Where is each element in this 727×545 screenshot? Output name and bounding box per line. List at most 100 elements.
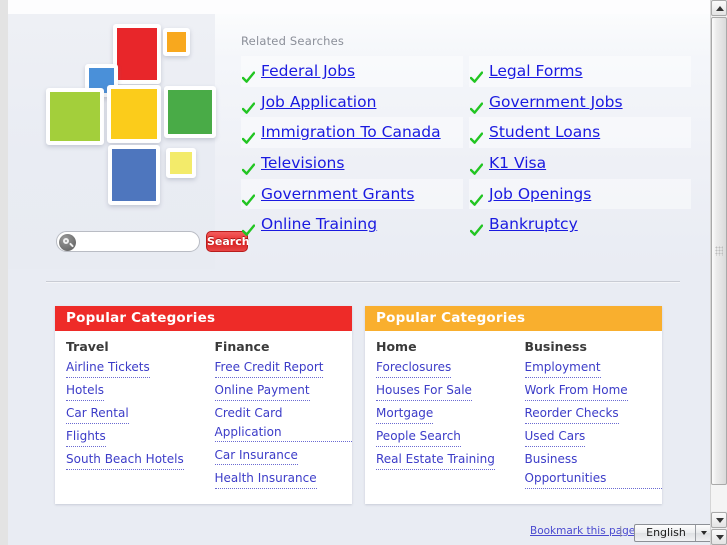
related-search-link[interactable]: K1 Visa <box>489 154 546 172</box>
scrollbar-up-button[interactable] <box>711 0 727 16</box>
category-link[interactable]: Foreclosures <box>376 358 452 378</box>
panel-column-heading: Finance <box>214 339 270 354</box>
green-check-icon <box>469 125 484 145</box>
logo-tile <box>164 86 216 138</box>
green-check-icon <box>241 64 256 83</box>
panel-header: Popular Categories <box>365 306 662 331</box>
related-search-link[interactable]: Student Loans <box>489 123 600 141</box>
language-select-value: English <box>646 526 686 539</box>
category-link[interactable]: Free Credit Report <box>214 358 324 378</box>
category-link[interactable]: Reorder Checks <box>524 404 619 424</box>
logo-tile <box>107 85 161 143</box>
related-search-row[interactable]: K1 Visa <box>469 148 691 179</box>
related-search-link[interactable]: Televisions <box>261 154 344 172</box>
category-link[interactable]: Online Payment <box>214 381 310 401</box>
related-search-link[interactable]: Government Grants <box>261 185 414 203</box>
browser-page: Search Related Searches Federal Jobs Job … <box>0 0 727 545</box>
green-check-icon <box>469 217 484 237</box>
panel-column-heading: Travel <box>66 339 109 354</box>
panel-column: Home Foreclosures Houses For Sale Mortgage P… <box>365 339 514 492</box>
related-search-link[interactable]: Legal Forms <box>489 62 583 80</box>
search-bar: Search <box>56 231 250 252</box>
scrollbar-track[interactable] <box>711 17 727 511</box>
language-select[interactable]: English <box>634 524 710 542</box>
category-link[interactable]: Car Insurance <box>214 446 298 466</box>
related-search-row[interactable]: Federal Jobs <box>241 56 463 87</box>
search-field[interactable] <box>56 231 200 252</box>
related-search-row[interactable]: Legal Forms <box>469 56 691 87</box>
category-link[interactable]: Hotels <box>66 381 105 401</box>
panel-column-heading: Business <box>524 339 587 354</box>
page-viewport: Search Related Searches Federal Jobs Job … <box>8 0 710 545</box>
category-link[interactable]: Credit Card Application <box>214 404 352 443</box>
related-search-row[interactable]: Job Application <box>241 87 463 118</box>
related-search-row[interactable]: Government Grants <box>241 178 463 210</box>
green-check-icon <box>469 156 484 175</box>
panel-header: Popular Categories <box>55 306 352 331</box>
panel-column: Business Employment Work From Home Reorder … <box>514 339 662 492</box>
category-link[interactable]: Work From Home <box>524 381 628 401</box>
scrollbar-thumb[interactable] <box>711 17 727 485</box>
category-link[interactable]: Flights <box>66 427 106 447</box>
logo-tile <box>163 28 190 56</box>
related-search-link[interactable]: Government Jobs <box>489 93 623 111</box>
vertical-scrollbar[interactable] <box>710 0 727 545</box>
related-searches-column-right: Legal Forms Government Jobs Student Loans K… <box>469 56 691 240</box>
category-link[interactable]: Business Opportunities <box>524 450 662 489</box>
category-link[interactable]: People Search <box>376 427 461 447</box>
panel-column-heading: Home <box>376 339 417 354</box>
related-searches-title: Related Searches <box>241 34 345 48</box>
magnifier-icon <box>59 234 76 251</box>
top-white-strip <box>8 0 710 14</box>
related-searches-column-left: Federal Jobs Job Application Immigration T… <box>241 56 463 240</box>
category-link[interactable]: Airline Tickets <box>66 358 150 378</box>
category-link[interactable]: Car Rental <box>66 404 129 424</box>
green-check-icon <box>241 156 256 175</box>
green-check-icon <box>469 64 484 83</box>
logo-tile <box>108 145 160 205</box>
panel-body: Home Foreclosures Houses For Sale Mortgage P… <box>365 331 662 505</box>
related-search-link[interactable]: Job Openings <box>489 185 591 203</box>
scrollbar-grip <box>715 246 723 256</box>
green-check-icon <box>469 187 484 206</box>
panel-body: Travel Airline Tickets Hotels Car Rental Fli… <box>55 331 352 505</box>
related-search-link[interactable]: Job Application <box>261 93 376 111</box>
category-link[interactable]: Houses For Sale <box>376 381 472 401</box>
footer-separator: | <box>619 525 623 537</box>
search-input[interactable] <box>79 234 197 251</box>
logo-tile <box>113 24 161 84</box>
green-check-icon <box>469 95 484 114</box>
left-gutter <box>0 0 8 545</box>
related-search-link[interactable]: Online Training <box>261 215 377 233</box>
panel-column: Finance Free Credit Report Online Payment C… <box>204 339 352 492</box>
chevron-down-icon[interactable] <box>695 525 710 541</box>
green-check-icon <box>241 217 256 237</box>
category-link[interactable]: Used Cars <box>524 427 586 447</box>
related-search-row[interactable]: Student Loans <box>469 117 691 149</box>
colored-squares-logo <box>46 24 216 219</box>
category-link[interactable]: Mortgage <box>376 404 434 424</box>
related-search-row[interactable]: Online Training <box>241 209 463 240</box>
related-search-row[interactable]: Bankruptcy <box>469 209 691 240</box>
logo-tile <box>166 148 196 178</box>
green-check-icon <box>241 95 256 114</box>
scrollbar-down-button-1[interactable] <box>711 512 727 528</box>
green-check-icon <box>241 187 256 206</box>
related-search-link[interactable]: Federal Jobs <box>261 62 355 80</box>
category-link[interactable]: Real Estate Training <box>376 450 495 470</box>
related-search-link[interactable]: Bankruptcy <box>489 215 578 233</box>
panel-column: Travel Airline Tickets Hotels Car Rental Fli… <box>55 339 204 492</box>
popular-categories-panel-red: Popular Categories Travel Airline Tickets H… <box>55 306 352 505</box>
scrollbar-down-button-2[interactable] <box>711 529 727 545</box>
related-search-link[interactable]: Immigration To Canada <box>261 123 441 141</box>
related-search-row[interactable]: Immigration To Canada <box>241 117 463 149</box>
popular-categories-panel-orange: Popular Categories Home Foreclosures Houses… <box>365 306 662 505</box>
category-link[interactable]: Employment <box>524 358 601 378</box>
related-search-row[interactable]: Televisions <box>241 148 463 179</box>
green-check-icon <box>241 125 256 145</box>
section-divider <box>46 281 680 283</box>
related-search-row[interactable]: Job Openings <box>469 178 691 210</box>
related-search-row[interactable]: Government Jobs <box>469 87 691 118</box>
category-link[interactable]: Health Insurance <box>214 469 317 489</box>
category-link[interactable]: South Beach Hotels <box>66 450 184 470</box>
